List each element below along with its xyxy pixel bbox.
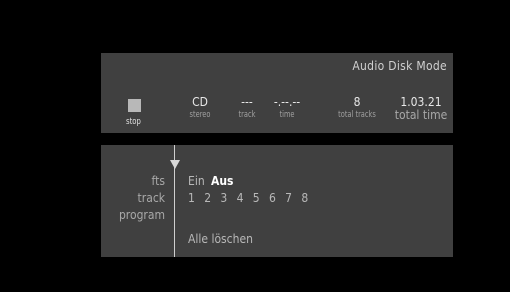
track-list: 1 2 3 4 5 6 7 8 — [188, 191, 318, 205]
clear-all-button[interactable]: Alle löschen — [188, 232, 253, 246]
track-item[interactable]: 8 — [301, 191, 317, 205]
total-time-label: total time — [394, 108, 448, 122]
total-tracks-readout: 8 total tracks — [327, 95, 387, 121]
program-label: program — [118, 208, 165, 222]
track-item[interactable]: 1 — [188, 191, 204, 205]
track-item[interactable]: 2 — [204, 191, 220, 205]
selection-cursor-icon — [170, 160, 180, 169]
total-tracks-value: 8 — [353, 95, 361, 109]
status-panel: Audio Disk Mode stop CD stereo --- track… — [101, 53, 453, 133]
total-time-readout: 1.03.21 total time — [391, 95, 451, 121]
track-value: --- — [241, 95, 253, 109]
track-label: track — [238, 110, 256, 120]
fts-option-ein[interactable]: Ein — [188, 174, 205, 188]
track-item[interactable]: 5 — [253, 191, 269, 205]
track-item[interactable]: 6 — [269, 191, 285, 205]
track-item[interactable]: 7 — [285, 191, 301, 205]
disc-type-readout: CD stereo — [185, 95, 215, 121]
total-tracks-label: total tracks — [338, 110, 376, 120]
stop-icon[interactable] — [128, 99, 141, 112]
disc-type-value: CD — [192, 95, 208, 109]
time-label: time — [279, 110, 295, 120]
fts-option-aus[interactable]: Aus — [211, 174, 233, 188]
track-readout: --- track — [233, 95, 261, 121]
disc-mode-label: stereo — [189, 110, 211, 120]
control-panel: fts track program Ein Aus 1 2 3 4 5 6 7 … — [101, 145, 453, 257]
mode-title: Audio Disk Mode — [352, 59, 447, 73]
fts-label: fts — [151, 174, 165, 188]
stop-label[interactable]: stop — [126, 117, 141, 127]
track-row-label: track — [137, 191, 165, 205]
track-item[interactable]: 4 — [237, 191, 253, 205]
total-time-value: 1.03.21 — [400, 95, 442, 109]
time-value: -.--.-- — [273, 95, 301, 109]
track-item[interactable]: 3 — [220, 191, 236, 205]
time-readout: -.--.-- time — [267, 95, 307, 121]
